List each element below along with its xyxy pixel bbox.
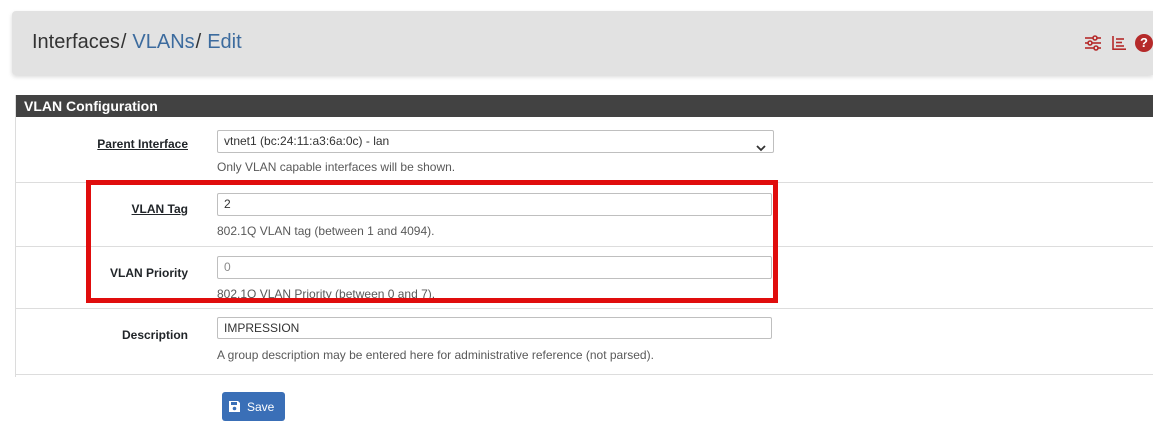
breadcrumb-separator: / bbox=[195, 31, 202, 53]
breadcrumb-vlans-link[interactable]: VLANs bbox=[132, 31, 194, 53]
description-help: A group description may be entered here … bbox=[217, 348, 654, 362]
save-button[interactable]: Save bbox=[222, 392, 285, 421]
parent-interface-help: Only VLAN capable interfaces will be sho… bbox=[217, 160, 456, 174]
parent-interface-label: Parent Interface bbox=[97, 137, 188, 151]
header-icons: ? bbox=[1083, 11, 1153, 75]
chevron-down-icon bbox=[756, 138, 766, 159]
description-input[interactable]: IMPRESSION bbox=[217, 317, 772, 339]
description-row: Description IMPRESSION A group descripti… bbox=[16, 309, 1153, 375]
breadcrumb-interfaces: Interfaces bbox=[32, 31, 120, 53]
save-icon bbox=[228, 400, 241, 413]
highlight-box bbox=[86, 180, 778, 303]
help-icon[interactable]: ? bbox=[1135, 34, 1153, 52]
breadcrumb-separator: / bbox=[120, 31, 127, 53]
parent-interface-value: vtnet1 (bc:24:11:a3:6a:0c) - lan bbox=[224, 134, 390, 148]
parent-interface-select[interactable]: vtnet1 (bc:24:11:a3:6a:0c) - lan bbox=[217, 130, 774, 153]
page-header: Interfaces/VLANs/Edit ? bbox=[12, 11, 1153, 75]
breadcrumb-edit-link[interactable]: Edit bbox=[207, 31, 241, 53]
list-icon[interactable] bbox=[1109, 33, 1129, 53]
description-label: Description bbox=[121, 328, 188, 342]
sliders-icon[interactable] bbox=[1083, 33, 1103, 53]
parent-interface-row: Parent Interface vtnet1 (bc:24:11:a3:6a:… bbox=[16, 117, 1153, 183]
save-button-label: Save bbox=[247, 399, 275, 414]
panel-title: VLAN Configuration bbox=[16, 95, 1153, 117]
breadcrumb: Interfaces/VLANs/Edit bbox=[32, 11, 242, 75]
